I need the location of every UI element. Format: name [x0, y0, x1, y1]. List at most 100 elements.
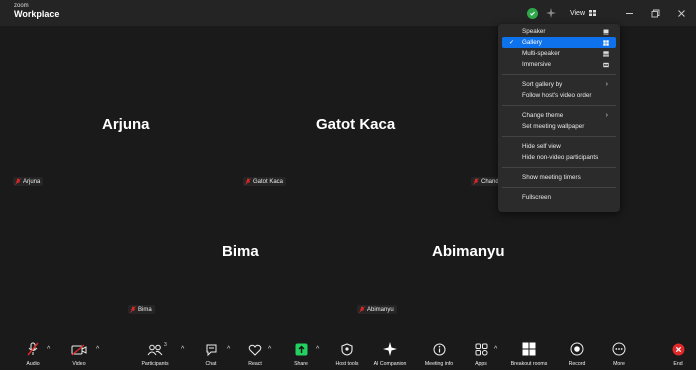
- record-icon: [570, 342, 584, 356]
- menu-item-follow-host[interactable]: Follow host's video order: [502, 90, 616, 101]
- participant-label-abimanyu: Abimanyu: [357, 305, 397, 314]
- menu-item-label: Sort gallery by: [522, 81, 563, 88]
- video-button[interactable]: Video: [66, 338, 92, 370]
- menu-item-multi-speaker[interactable]: Multi-speaker: [502, 48, 616, 59]
- video-off-icon: [71, 344, 87, 356]
- checkmark-icon: ✓: [509, 40, 515, 46]
- share-button[interactable]: Share: [288, 338, 314, 370]
- participant-label-text: Gatot Kaca: [253, 178, 284, 185]
- menu-divider: [502, 105, 616, 106]
- menu-item-label: Speaker: [522, 28, 546, 35]
- minimize-button[interactable]: [618, 0, 640, 26]
- react-heart-icon: [248, 344, 262, 356]
- breakout-rooms-button[interactable]: Breakout rooms: [506, 338, 552, 370]
- end-call-icon: [672, 343, 684, 356]
- participants-icon: [147, 344, 163, 356]
- view-label: View: [569, 9, 585, 17]
- participant-label-text: Arjuna: [23, 178, 41, 185]
- encryption-shield-icon[interactable]: [526, 7, 538, 19]
- ai-sparkle-icon[interactable]: [545, 8, 556, 18]
- more-button[interactable]: More: [606, 338, 632, 370]
- menu-item-set-wallpaper[interactable]: Set meeting wallpaper: [502, 121, 616, 132]
- chevron-right-icon: ›: [605, 81, 608, 88]
- chat-icon: [206, 344, 216, 356]
- toolbar-label: Audio: [26, 361, 40, 367]
- menu-item-label: Fullscreen: [522, 194, 552, 201]
- app-logo: zoom Workplace: [14, 3, 59, 19]
- participants-options-caret[interactable]: ^: [181, 346, 184, 353]
- participant-label-text: Bima: [138, 306, 152, 313]
- tile-name-bima: Bima: [222, 243, 259, 260]
- toolbar-label: Record: [568, 361, 586, 367]
- chat-button[interactable]: Chat: [198, 338, 224, 370]
- mic-muted-icon: [27, 342, 39, 356]
- menu-item-immersive[interactable]: Immersive: [502, 59, 616, 70]
- end-meeting-button[interactable]: End: [666, 338, 690, 370]
- immersive-icon: [603, 62, 609, 67]
- host-tools-button[interactable]: Host tools: [330, 338, 364, 370]
- menu-item-change-theme[interactable]: Change theme ›: [502, 110, 616, 121]
- ai-companion-button[interactable]: AI Companion: [368, 338, 412, 370]
- more-icon: [612, 342, 626, 356]
- toolbar-label: AI Companion: [373, 361, 407, 367]
- audio-options-caret[interactable]: ^: [47, 346, 50, 353]
- menu-item-fullscreen[interactable]: Fullscreen: [502, 192, 616, 203]
- menu-item-label: Follow host's video order: [522, 92, 592, 99]
- mic-muted-icon: [15, 178, 21, 185]
- meeting-toolbar: Audio ^ Video ^ Participants 3 ^ Chat ^ …: [0, 338, 696, 370]
- info-icon: [433, 343, 445, 356]
- react-button[interactable]: React: [242, 338, 268, 370]
- speaker-view-icon: [603, 29, 609, 34]
- mic-muted-icon: [359, 306, 365, 313]
- menu-item-show-timers[interactable]: Show meeting timers: [502, 172, 616, 183]
- participant-label-bima: Bima: [128, 305, 155, 314]
- menu-item-hide-self-view[interactable]: Hide self view: [502, 141, 616, 152]
- menu-item-label: Set meeting wallpaper: [522, 123, 585, 130]
- toolbar-label: React: [248, 361, 262, 367]
- participants-button[interactable]: Participants: [135, 338, 175, 370]
- menu-item-label: Change theme: [522, 112, 564, 119]
- mic-muted-icon: [473, 178, 479, 185]
- host-shield-icon: [341, 343, 353, 356]
- restore-button[interactable]: [644, 0, 666, 26]
- chevron-right-icon: ›: [605, 112, 608, 119]
- apps-button[interactable]: Apps: [468, 338, 494, 370]
- meeting-info-button[interactable]: Meeting info: [420, 338, 458, 370]
- mic-muted-icon: [130, 306, 136, 313]
- apps-options-caret[interactable]: ^: [494, 346, 497, 353]
- chat-options-caret[interactable]: ^: [227, 346, 230, 353]
- participant-label-text: Chand: [481, 178, 499, 185]
- menu-item-hide-non-video[interactable]: Hide non-video participants: [502, 152, 616, 163]
- apps-icon: [475, 343, 488, 356]
- mic-muted-icon: [245, 178, 251, 185]
- restore-icon: [651, 9, 659, 17]
- participants-count: 3: [164, 342, 167, 348]
- video-options-caret[interactable]: ^: [96, 346, 99, 353]
- share-screen-icon: [295, 343, 307, 356]
- gallery-view-icon: [603, 39, 609, 46]
- menu-item-label: Hide non-video participants: [522, 154, 599, 161]
- grid-icon: [589, 10, 596, 16]
- toolbar-label: Share: [294, 361, 308, 367]
- react-options-caret[interactable]: ^: [268, 346, 271, 353]
- toolbar-label: Participants: [141, 361, 169, 367]
- menu-item-gallery[interactable]: ✓ Gallery: [502, 37, 616, 48]
- menu-item-sort-gallery[interactable]: Sort gallery by ›: [502, 79, 616, 90]
- share-options-caret[interactable]: ^: [316, 346, 319, 353]
- toolbar-label: Breakout rooms: [510, 361, 548, 367]
- tile-name-abimanyu: Abimanyu: [432, 243, 505, 260]
- audio-button[interactable]: Audio: [20, 338, 46, 370]
- close-button[interactable]: [670, 0, 692, 26]
- menu-item-label: Hide self view: [522, 143, 561, 150]
- breakout-rooms-icon: [522, 342, 536, 356]
- menu-divider: [502, 167, 616, 168]
- menu-item-speaker[interactable]: Speaker: [502, 26, 616, 37]
- multi-speaker-icon: [603, 50, 609, 57]
- participant-label-gatot-kaca: Gatot Kaca: [243, 177, 287, 186]
- record-button[interactable]: Record: [564, 338, 590, 370]
- view-button[interactable]: View: [570, 10, 596, 17]
- toolbar-label: Video: [72, 361, 86, 367]
- ai-sparkle-icon: [383, 342, 397, 356]
- menu-divider: [502, 187, 616, 188]
- toolbar-label: Chat: [205, 361, 217, 367]
